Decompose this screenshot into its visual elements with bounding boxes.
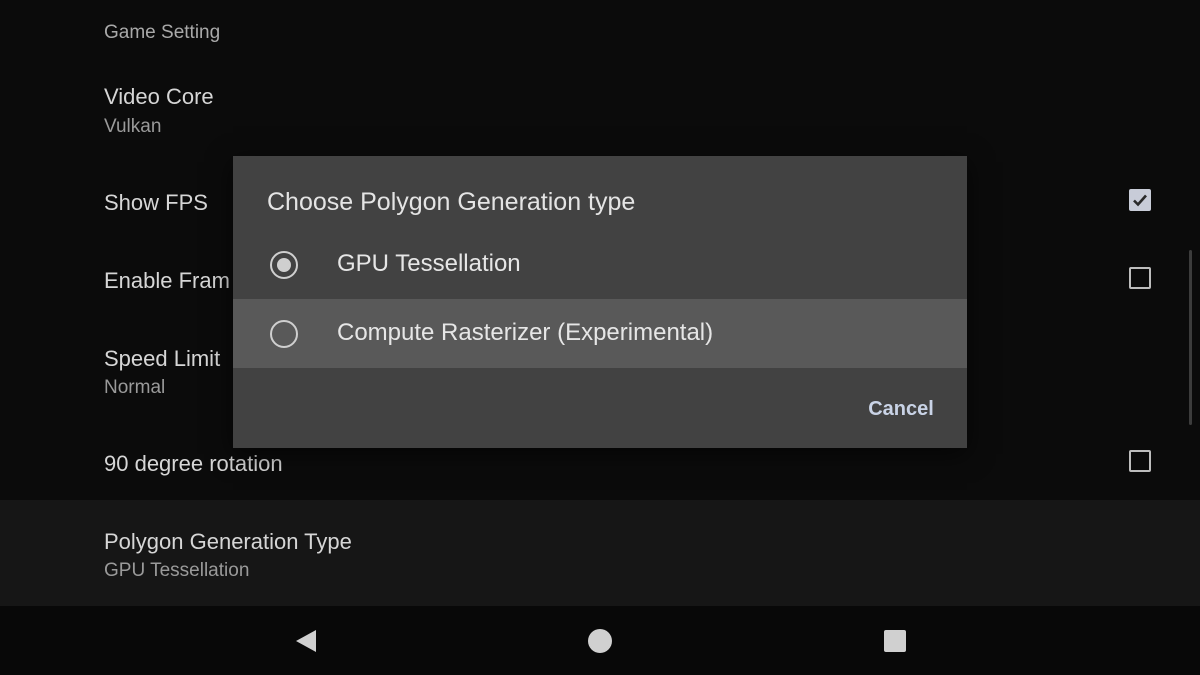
- home-icon[interactable]: [585, 626, 615, 656]
- pref-title: Enable Fram: [104, 268, 230, 293]
- option-gpu-tessellation[interactable]: GPU Tessellation: [233, 230, 967, 299]
- pref-summary: GPU Tessellation: [104, 560, 250, 581]
- pref-title: Video Core: [104, 84, 214, 109]
- pref-polygon-generation-type[interactable]: Polygon Generation Type GPU Tessellation: [0, 500, 1200, 606]
- polygon-type-dialog: Choose Polygon Generation type GPU Tesse…: [233, 156, 967, 448]
- enable-frame-checkbox[interactable]: [1129, 267, 1151, 289]
- radio-selected-icon[interactable]: [270, 251, 298, 279]
- option-label: GPU Tessellation: [337, 250, 521, 277]
- option-compute-rasterizer[interactable]: Compute Rasterizer (Experimental): [233, 299, 967, 368]
- show-fps-checkbox[interactable]: [1129, 189, 1151, 211]
- pref-title: 90 degree rotation: [104, 451, 283, 476]
- pref-summary: Normal: [104, 377, 166, 398]
- section-header-game-setting: Game Setting: [104, 22, 221, 43]
- scrollbar[interactable]: [1189, 250, 1192, 425]
- option-label: Compute Rasterizer (Experimental): [337, 319, 714, 346]
- cancel-button[interactable]: Cancel: [853, 386, 949, 432]
- back-icon[interactable]: [291, 626, 321, 656]
- pref-summary: Vulkan: [104, 116, 162, 137]
- pref-title: Show FPS: [104, 190, 208, 215]
- pref-video-core[interactable]: Video Core Vulkan: [0, 80, 1200, 150]
- rotation-checkbox[interactable]: [1129, 450, 1151, 472]
- pref-title: Polygon Generation Type: [104, 529, 352, 554]
- pref-title: Speed Limit: [104, 346, 221, 371]
- recents-icon[interactable]: [880, 626, 910, 656]
- navigation-bar: [0, 606, 1200, 675]
- dialog-title: Choose Polygon Generation type: [267, 188, 636, 216]
- radio-unselected-icon[interactable]: [270, 320, 298, 348]
- settings-screen: Game Setting Video Core Vulkan Show FPS …: [0, 0, 1200, 675]
- checkmark-icon: [1133, 194, 1147, 207]
